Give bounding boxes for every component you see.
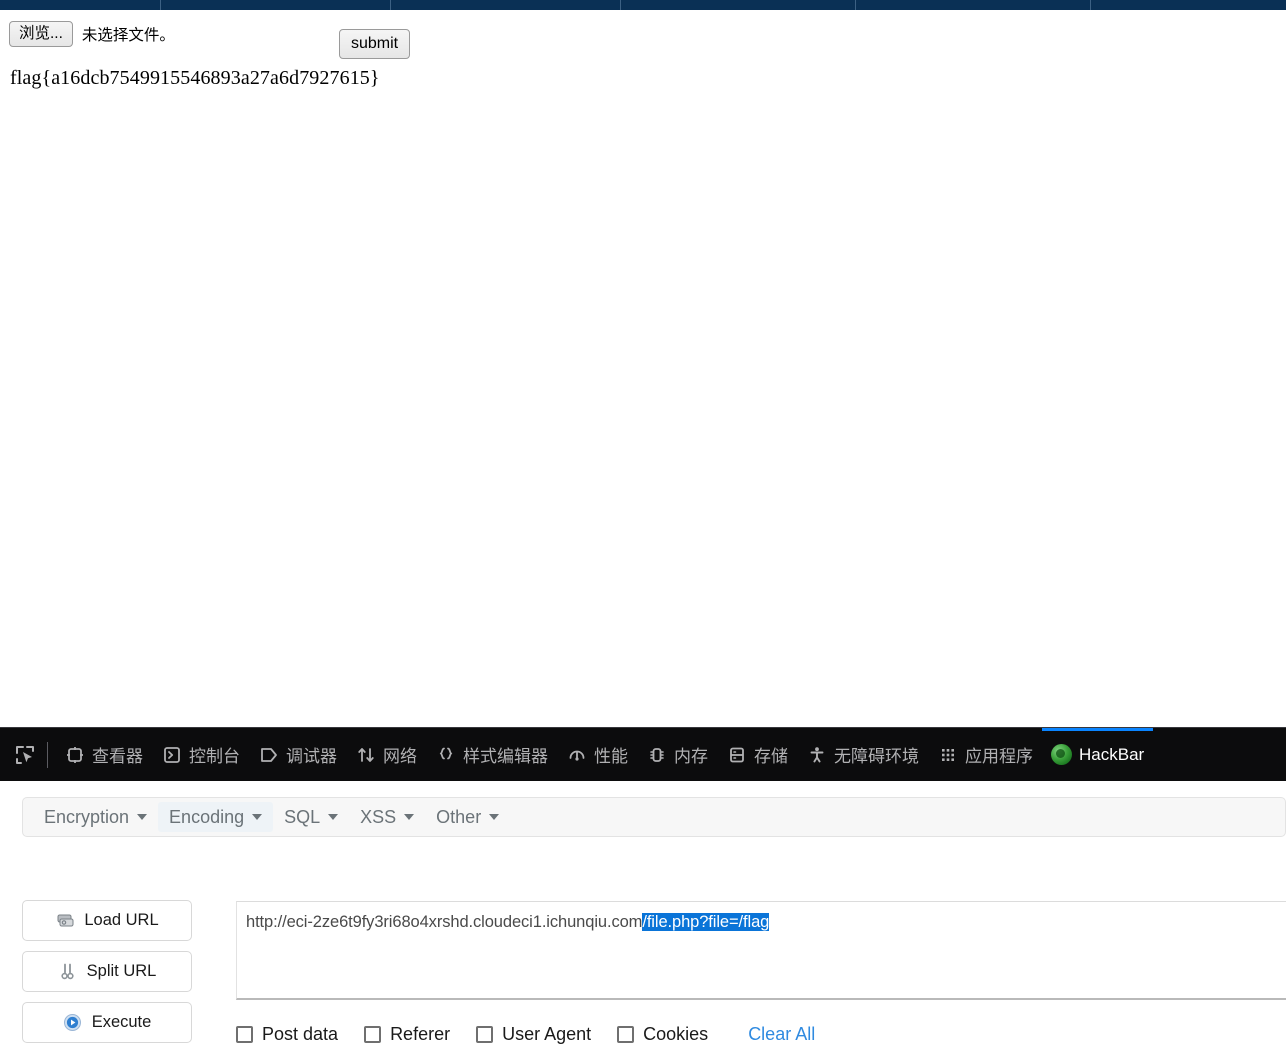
devtools-tab-memory[interactable]: 内存 xyxy=(637,728,717,781)
tab-separator xyxy=(620,0,621,10)
tab-label: 应用程序 xyxy=(965,747,1033,766)
split-url-button[interactable]: Split URL xyxy=(22,951,192,992)
play-circle-icon xyxy=(63,1013,83,1033)
tab-separator xyxy=(390,0,391,10)
chevron-down-icon xyxy=(489,814,500,820)
network-icon xyxy=(355,744,377,766)
checkbox-label: Referer xyxy=(390,1024,451,1044)
submit-button[interactable]: submit xyxy=(339,29,411,59)
tab-label: 无障碍环境 xyxy=(834,747,919,766)
tab-label: 内存 xyxy=(674,747,708,766)
checkbox-label: Cookies xyxy=(643,1024,709,1044)
tab-separator xyxy=(160,0,161,10)
element-picker-icon[interactable] xyxy=(8,738,42,772)
tab-separator xyxy=(1090,0,1091,10)
clear-all-link[interactable]: Clear All xyxy=(748,1024,815,1045)
url-base-text: http://eci-2ze6t9fy3ri68o4xrshd.cloudeci… xyxy=(246,913,643,931)
toolbar-divider xyxy=(47,741,48,768)
browser-tab-strip xyxy=(0,0,1286,10)
tab-label: 调试器 xyxy=(286,747,337,766)
page-content: 浏览... 未选择文件。 submit flag{a16dcb754991554… xyxy=(0,10,1286,727)
devtools-tab-console[interactable]: 控制台 xyxy=(152,728,249,781)
checkbox-box xyxy=(236,1026,253,1043)
checkbox-box xyxy=(364,1026,382,1043)
hackbar-panel: Encryption Encoding SQL XSS Other Load U… xyxy=(0,781,1286,1044)
devtools-tab-application[interactable]: 应用程序 xyxy=(928,728,1042,781)
chevron-down-icon xyxy=(328,814,339,820)
menu-encoding[interactable]: Encoding xyxy=(158,802,274,832)
server-disk-icon xyxy=(55,911,75,931)
devtools-tab-debugger[interactable]: 调试器 xyxy=(249,728,346,781)
url-selected-text: /file.php?file=/flag xyxy=(642,913,770,931)
tab-separator xyxy=(855,0,856,10)
devtools-tab-storage[interactable]: 存储 xyxy=(717,728,797,781)
checkbox-label: User Agent xyxy=(502,1024,592,1044)
menu-label: SQL xyxy=(284,806,321,827)
flag-output-text: flag{a16dcb7549915546893a27a6d7927615} xyxy=(10,67,380,89)
memory-icon xyxy=(646,744,668,766)
hackbar-logo-icon xyxy=(1051,744,1072,765)
checkbox-cookies[interactable]: Cookies xyxy=(617,1024,708,1045)
tab-label: 性能 xyxy=(594,747,628,766)
tab-label: 样式编辑器 xyxy=(463,747,548,766)
browse-file-button[interactable]: 浏览... xyxy=(9,21,73,47)
checkbox-referer[interactable]: Referer xyxy=(364,1024,450,1045)
menu-other[interactable]: Other xyxy=(425,802,510,832)
checkbox-box xyxy=(476,1026,494,1043)
button-label: Execute xyxy=(91,1013,152,1031)
menu-sql[interactable]: SQL xyxy=(273,802,349,832)
tab-label: 查看器 xyxy=(92,747,143,766)
menu-xss[interactable]: XSS xyxy=(349,802,425,832)
button-label: Split URL xyxy=(86,962,157,980)
menu-label: Other xyxy=(436,806,482,827)
execute-button[interactable]: Execute xyxy=(22,1002,192,1043)
inspector-icon xyxy=(64,744,86,766)
devtools-tab-hackbar[interactable]: HackBar xyxy=(1042,728,1154,781)
hackbar-action-buttons: Load URL Split URL Execute xyxy=(22,900,192,1053)
devtools-tab-accessibility[interactable]: 无障碍环境 xyxy=(797,728,928,781)
tab-label: 网络 xyxy=(383,747,417,766)
menu-encryption[interactable]: Encryption xyxy=(33,802,158,832)
chevron-down-icon xyxy=(252,814,263,820)
checkbox-label: Post data xyxy=(262,1024,339,1044)
url-textarea[interactable]: http://eci-2ze6t9fy3ri68o4xrshd.cloudeci… xyxy=(236,901,1286,1000)
devtools-tab-style-editor[interactable]: 样式编辑器 xyxy=(426,728,557,781)
tab-label: 存储 xyxy=(754,747,788,766)
chevron-down-icon xyxy=(137,814,148,820)
tab-label: 控制台 xyxy=(189,747,240,766)
menu-label: Encryption xyxy=(44,806,130,827)
debugger-icon xyxy=(258,744,280,766)
console-icon xyxy=(161,744,183,766)
menu-label: XSS xyxy=(360,806,397,827)
devtools-tab-network[interactable]: 网络 xyxy=(346,728,426,781)
style-editor-icon xyxy=(435,744,457,766)
checkbox-user-agent[interactable]: User Agent xyxy=(476,1024,591,1045)
application-icon xyxy=(937,744,959,766)
scissors-icon xyxy=(58,962,78,982)
no-file-selected-label: 未选择文件。 xyxy=(81,27,175,44)
chevron-down-icon xyxy=(404,814,415,820)
checkbox-post-data[interactable]: Post data xyxy=(236,1024,338,1045)
load-url-button[interactable]: Load URL xyxy=(22,900,192,941)
devtools-tab-inspector[interactable]: 查看器 xyxy=(55,728,152,781)
url-text: http://eci-2ze6t9fy3ri68o4xrshd.cloudeci… xyxy=(246,913,769,932)
checkbox-box xyxy=(617,1026,635,1043)
devtools-toolbar: 查看器 控制台 调试器 网络 样式编辑器 性能 内存 存储 无障碍环境 应用程序… xyxy=(0,728,1286,781)
performance-icon xyxy=(566,744,588,766)
devtools-panel: 查看器 控制台 调试器 网络 样式编辑器 性能 内存 存储 无障碍环境 应用程序… xyxy=(0,727,1286,1044)
menu-label: Encoding xyxy=(169,806,245,827)
file-upload-row: 浏览... 未选择文件。 xyxy=(9,20,175,48)
storage-icon xyxy=(726,744,748,766)
hackbar-options-row: Post data Referer User Agent Cookies Cle… xyxy=(236,1024,815,1045)
tab-label: HackBar xyxy=(1079,744,1145,764)
devtools-tab-performance[interactable]: 性能 xyxy=(557,728,637,781)
hackbar-menubar: Encryption Encoding SQL XSS Other xyxy=(22,797,1286,837)
accessibility-icon xyxy=(806,744,828,766)
button-label: Load URL xyxy=(84,911,159,929)
